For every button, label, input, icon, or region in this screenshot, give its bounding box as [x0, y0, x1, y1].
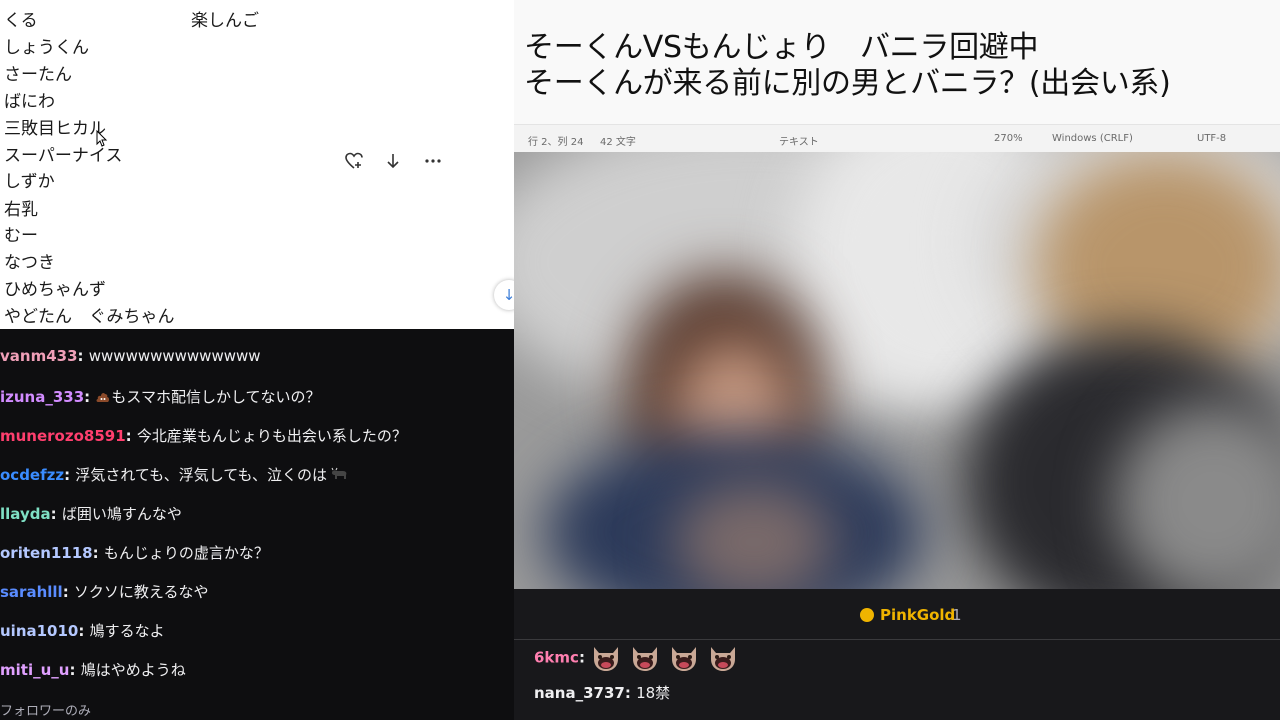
chat-username[interactable]: llayda [0, 505, 51, 523]
names-list-pane: くる しょうくん さーたん ばにわ 三敗目ヒカル スーパーナイス しずか 右乳 むー なつき ひめち… [0, 0, 330, 329]
heart-plus-icon[interactable] [342, 151, 366, 175]
chat-text: 鳩するなよ [89, 622, 165, 640]
chat-username[interactable]: sarahlll [0, 583, 63, 601]
blurred-video-frame [514, 152, 1280, 589]
chat-username[interactable]: 6kmc [534, 649, 579, 667]
status-line-ending[interactable]: Windows (CRLF) [1052, 133, 1133, 144]
pinned-supporter[interactable]: PinkGold 1 [514, 589, 1280, 640]
chat-username[interactable]: izuna_333 [0, 388, 84, 406]
dog-emote-icon [668, 643, 700, 673]
notepad-line-2[interactable]: そーくんが来る前に別の男とバニラ？(出会い系) [524, 58, 1171, 102]
name-extra: 楽しんご [191, 11, 259, 31]
chat-text: ば囲い鳩すんなや [61, 505, 182, 523]
chat-message: miti_u_u: 鳩はやめようね [0, 661, 186, 679]
chat-message: nana_3737: 18禁 [534, 684, 671, 702]
chat-message: izuna_333: もスマホ配信しかしてないの？ [0, 388, 321, 406]
dog-emote-icon [629, 643, 661, 673]
chat-message: ocdefzz: 浮気されても、浮気しても、泣くのは [0, 464, 347, 485]
chat-message: vanm433: wwwwwwwwwwwwww [0, 347, 261, 365]
notepad-status-bar: 行 2、列 24 42 文字 テキスト 270% Windows (CRLF) … [514, 124, 1280, 153]
chat-username[interactable]: miti_u_u [0, 661, 69, 679]
notepad-window: そーくんVSもんじょり バニラ回避中 そーくんが来る前に別の男とバニラ？(出会い… [514, 0, 1280, 153]
chat-message: llayda: ば囲い鳩すんなや [0, 505, 182, 523]
supporter-count: 1 [952, 606, 962, 624]
chat-message: sarahlll: ソクソに教えるなや [0, 583, 209, 601]
chat-text: 鳩はやめようね [80, 661, 186, 679]
name-list-item: しずか [4, 172, 55, 192]
chat-username[interactable]: vanm433 [0, 347, 78, 365]
chat-text: もんじょりの虚言かな？ [103, 544, 269, 562]
right-chat-panel: PinkGold 1 6kmc: nana_3737: 18禁 [514, 589, 1280, 720]
chat-username[interactable]: oriten1118 [0, 544, 93, 562]
chat-message: 6kmc: [534, 643, 746, 673]
name-list-item: さーたん [4, 65, 72, 85]
chat-text: wwwwwwwwwwwwww [88, 347, 261, 365]
dog-emote-icon [590, 643, 622, 673]
dog-emote-icon [707, 643, 739, 673]
name-list-item: 三敗目ヒカル [4, 119, 106, 139]
followers-only-label: フォロワーのみ [0, 704, 92, 719]
status-file-type: テキスト [779, 137, 819, 148]
chat-message: munerozo8591: 今北産業もんじょりも出会い系したの？ [0, 427, 407, 445]
chat-username[interactable]: nana_3737 [534, 684, 625, 702]
coin-badge-icon [860, 608, 874, 622]
chat-message: oriten1118: もんじょりの虚言かな？ [0, 544, 269, 562]
chat-username[interactable]: uina1010 [0, 622, 78, 640]
name-list-item: しょうくん [4, 38, 89, 58]
name-list-item: くる [4, 11, 38, 31]
name-list-item: やどたん ぐみちゃん [4, 307, 175, 327]
chat-text: 18禁 [636, 684, 671, 702]
name-list-item: むー [4, 226, 38, 246]
poop-icon [95, 388, 111, 404]
more-icon[interactable] [421, 151, 445, 175]
mouse-cursor-icon [96, 130, 108, 147]
name-list-item: なつき [4, 253, 55, 273]
ox-icon [330, 466, 347, 482]
chat-text: 今北産業もんじょりも出会い系したの？ [136, 427, 407, 445]
chat-username[interactable]: munerozo8591 [0, 427, 126, 445]
chat-text: 浮気されても、浮気しても、泣くのは [75, 466, 328, 484]
chat-username[interactable]: ocdefzz [0, 466, 64, 484]
chat-message: uina1010: 鳩するなよ [0, 622, 165, 640]
name-list-item: ばにわ [4, 92, 55, 112]
status-zoom[interactable]: 270% [994, 133, 1023, 144]
name-list-item: 右乳 [4, 200, 38, 220]
status-char-count: 42 文字 [600, 137, 636, 148]
supporter-name: PinkGold [880, 606, 956, 624]
chat-text: もスマホ配信しかしてないの？ [111, 388, 321, 406]
side-toolbar [330, 0, 514, 329]
status-position: 行 2、列 24 [528, 137, 584, 148]
chat-text: ソクソに教えるなや [73, 583, 209, 601]
status-encoding[interactable]: UTF-8 [1197, 133, 1226, 144]
name-list-item: ひめちゃんず [4, 280, 106, 300]
arrow-down-icon[interactable] [381, 151, 405, 175]
